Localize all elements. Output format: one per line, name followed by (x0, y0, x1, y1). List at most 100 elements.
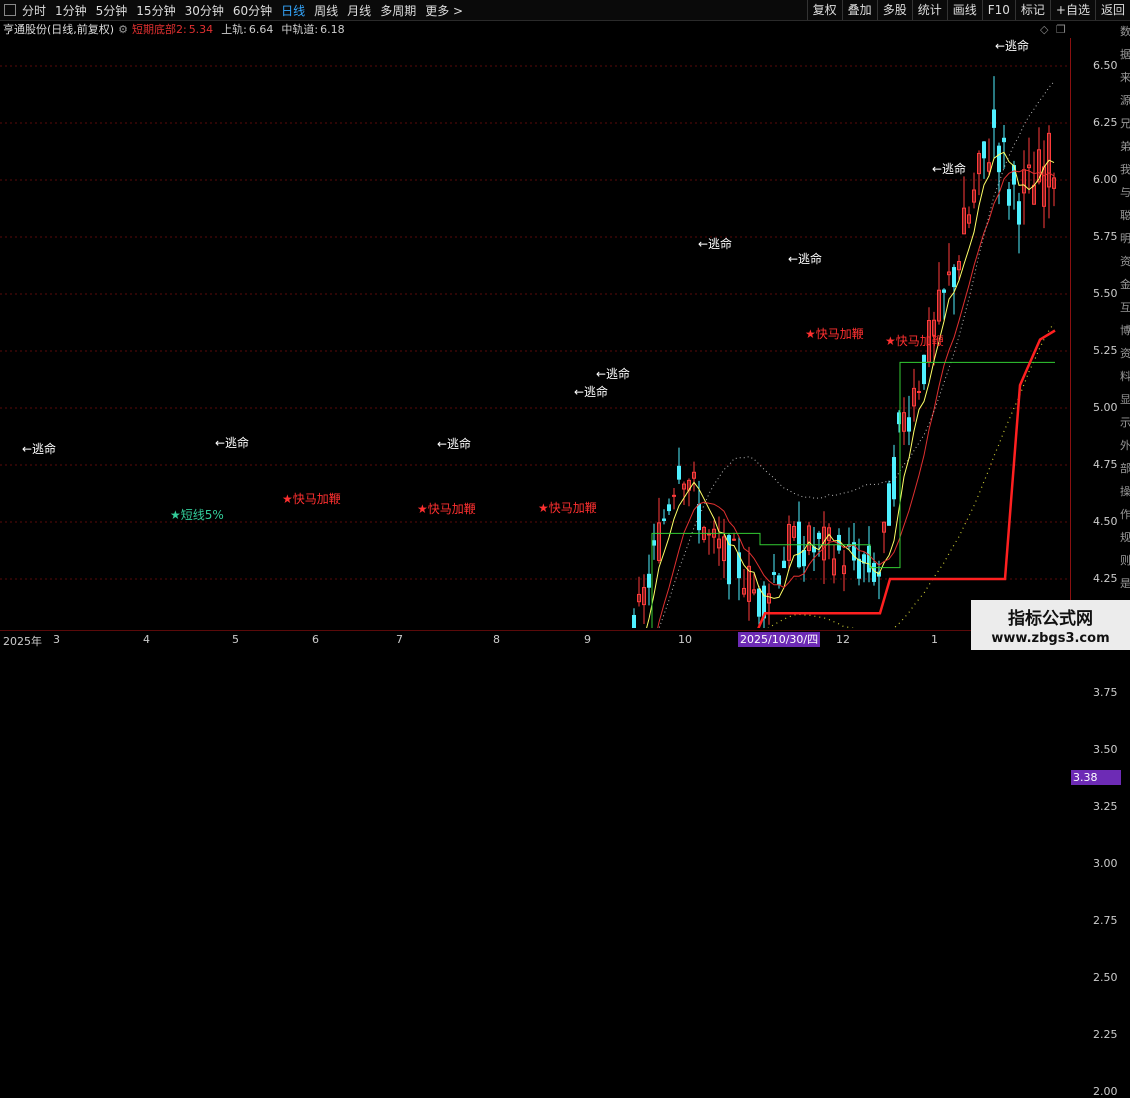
toolbar-buttons: 复权 叠加 多股 统计 画线 F10 标记 +自选 返回 (806, 0, 1130, 20)
fast-label: ★快马加鞭 (885, 334, 944, 348)
escape-label: ←逃命 (437, 436, 471, 451)
candle-body (802, 549, 806, 567)
stock-title: 亨通股份(日线,前复权) (3, 23, 115, 36)
support-step-line (757, 329, 1056, 628)
upper-band-label: 上轨: (221, 23, 247, 36)
mid-band-label: 中轨道: (281, 23, 319, 36)
candle-body (892, 457, 896, 500)
fast-label: ★快马加鞭 (538, 501, 597, 515)
toolbar-button[interactable]: +自选 (1049, 0, 1095, 20)
period-tab[interactable]: 30分钟 (185, 2, 224, 19)
period-tab[interactable]: 周线 (314, 2, 338, 19)
axis-tick-label: 3.50 (1093, 743, 1118, 756)
settings-icon[interactable]: ⚙ (118, 23, 128, 36)
escape-label: ←逃命 (698, 236, 732, 251)
candle-body (732, 538, 736, 541)
candle-body (652, 540, 656, 546)
candle-body (922, 354, 926, 385)
candle-body (772, 572, 776, 575)
watermark-title: 指标公式网 (1008, 609, 1093, 629)
escape-label: ←逃命 (932, 161, 966, 176)
upper-band-value: 6.64 (248, 22, 274, 36)
period-tab[interactable]: 1分钟 (55, 2, 87, 19)
toolbar-button[interactable]: 返回 (1094, 0, 1130, 20)
mid-band-value: 6.18 (320, 22, 345, 36)
toolbar-button[interactable]: F10 (981, 0, 1015, 20)
lower-band-line (767, 322, 1055, 628)
fast-label: ★快马加鞭 (282, 492, 341, 506)
toolbar-button[interactable]: 多股 (876, 0, 912, 20)
ma10-line (657, 169, 1055, 628)
candle-body (1017, 201, 1021, 225)
candle-body (952, 267, 956, 288)
period-tab[interactable]: 日线 (281, 2, 305, 19)
candlestick-chart[interactable]: ←逃命 ←逃命 ←逃命 ←逃命 ←逃命 ←逃命 ←逃命 ←逃命 ←逃命 ★快马加鞭 ★快马加鞭 ★快马… (0, 38, 1070, 628)
period-tab[interactable]: 分时 (22, 2, 46, 19)
axis-tick-label: 6.50 (1093, 59, 1118, 72)
candle-body (777, 575, 781, 585)
candle-body (707, 533, 711, 536)
escape-label: ←逃命 (995, 38, 1029, 53)
period-tab[interactable]: 多周期 (380, 2, 416, 19)
date-tick-label: 4 (143, 633, 150, 646)
toolbar-button[interactable]: 叠加 (841, 0, 877, 20)
fast-label: ★快马加鞭 (805, 327, 864, 341)
axis-tick-label: 2.50 (1093, 971, 1118, 984)
toolbar-button[interactable]: 标记 (1014, 0, 1050, 20)
toolbar-button[interactable]: 统计 (911, 0, 947, 20)
period-tab[interactable]: 5分钟 (96, 2, 128, 19)
side-text-strip: 数据来源兄弟我与聪明资金互博资料显示外部操作规则是 (1120, 25, 1130, 590)
candle-body (817, 532, 821, 539)
axis-tick-label: 3.75 (1093, 686, 1118, 699)
axis-tick-label: 5.25 (1093, 344, 1118, 357)
axis-tick-label: 2.25 (1093, 1028, 1118, 1041)
escape-label: ←逃命 (574, 384, 608, 399)
toolbar-button[interactable]: 画线 (946, 0, 982, 20)
candle-body (872, 562, 876, 582)
window-icon[interactable] (4, 4, 16, 16)
escape-label: ←逃命 (596, 366, 630, 381)
date-tick-label: 10 (678, 633, 692, 646)
period-tab[interactable]: 月线 (347, 2, 371, 19)
date-tick-label: 5 (232, 633, 239, 646)
candle-body (757, 588, 761, 617)
escape-label: ←逃命 (22, 441, 56, 456)
period-tab[interactable]: 60分钟 (233, 2, 272, 19)
period-tab[interactable]: 15分钟 (136, 2, 175, 19)
axis-tick-label: 5.50 (1093, 287, 1118, 300)
candle-body (887, 483, 891, 526)
candle-body (1002, 137, 1006, 143)
period-tab[interactable]: 更多 > (425, 2, 463, 19)
axis-tick-label: 5.75 (1093, 230, 1118, 243)
axis-tick-label: 4.75 (1093, 458, 1118, 471)
date-tick-label: 9 (584, 633, 591, 646)
candle-body (982, 141, 986, 159)
date-tick-label: 6 (312, 633, 319, 646)
axis-tick-label: 2.75 (1093, 914, 1118, 927)
price-axis: 6.50 6.25 6.00 5.75 5.50 5.25 5.00 4.75 4.50 4.25… (1070, 38, 1121, 1098)
axis-tick-label: 5.00 (1093, 401, 1118, 414)
axis-tick-label: 3.25 (1093, 800, 1118, 813)
indicator-name: 短期底部2: (131, 23, 187, 36)
candle-body (942, 289, 946, 293)
date-tick-label: 8 (493, 633, 500, 646)
axis-tick-label: 6.25 (1093, 116, 1118, 129)
short-label: ★短线5% (170, 508, 224, 522)
indicator-value: 5.34 (188, 22, 214, 36)
candle-body (697, 503, 701, 531)
candle-body (837, 534, 841, 551)
date-tick-label: 12 (836, 633, 850, 646)
current-price-tag: 3.38 (1071, 770, 1121, 786)
date-axis: 2025年 3 4 5 6 7 8 9 10 12 1 2025/10/30/四 (0, 630, 1070, 651)
watermark-url: www.zbgs3.com (991, 631, 1110, 646)
axis-tick-label: 4.25 (1093, 572, 1118, 585)
period-tabs: 分时 1分钟 5分钟 15分钟 30分钟 60分钟 日线 周线 月线 多周期 更多 > (0, 0, 472, 20)
selected-date-tag: 2025/10/30/四 (738, 632, 821, 647)
diamond-icon[interactable]: ◇ (1040, 23, 1048, 36)
info-bar: 亨通股份(日线,前复权) ⚙ 短期底部2: 5.34 上轨: 6.64 中轨道:… (0, 21, 353, 37)
fast-label: ★快马加鞭 (417, 502, 476, 516)
candle-body (677, 465, 681, 480)
toolbar-button[interactable]: 复权 (806, 0, 842, 20)
axis-tick-label: 3.00 (1093, 857, 1118, 870)
restore-icon[interactable]: ❐ (1056, 23, 1066, 36)
